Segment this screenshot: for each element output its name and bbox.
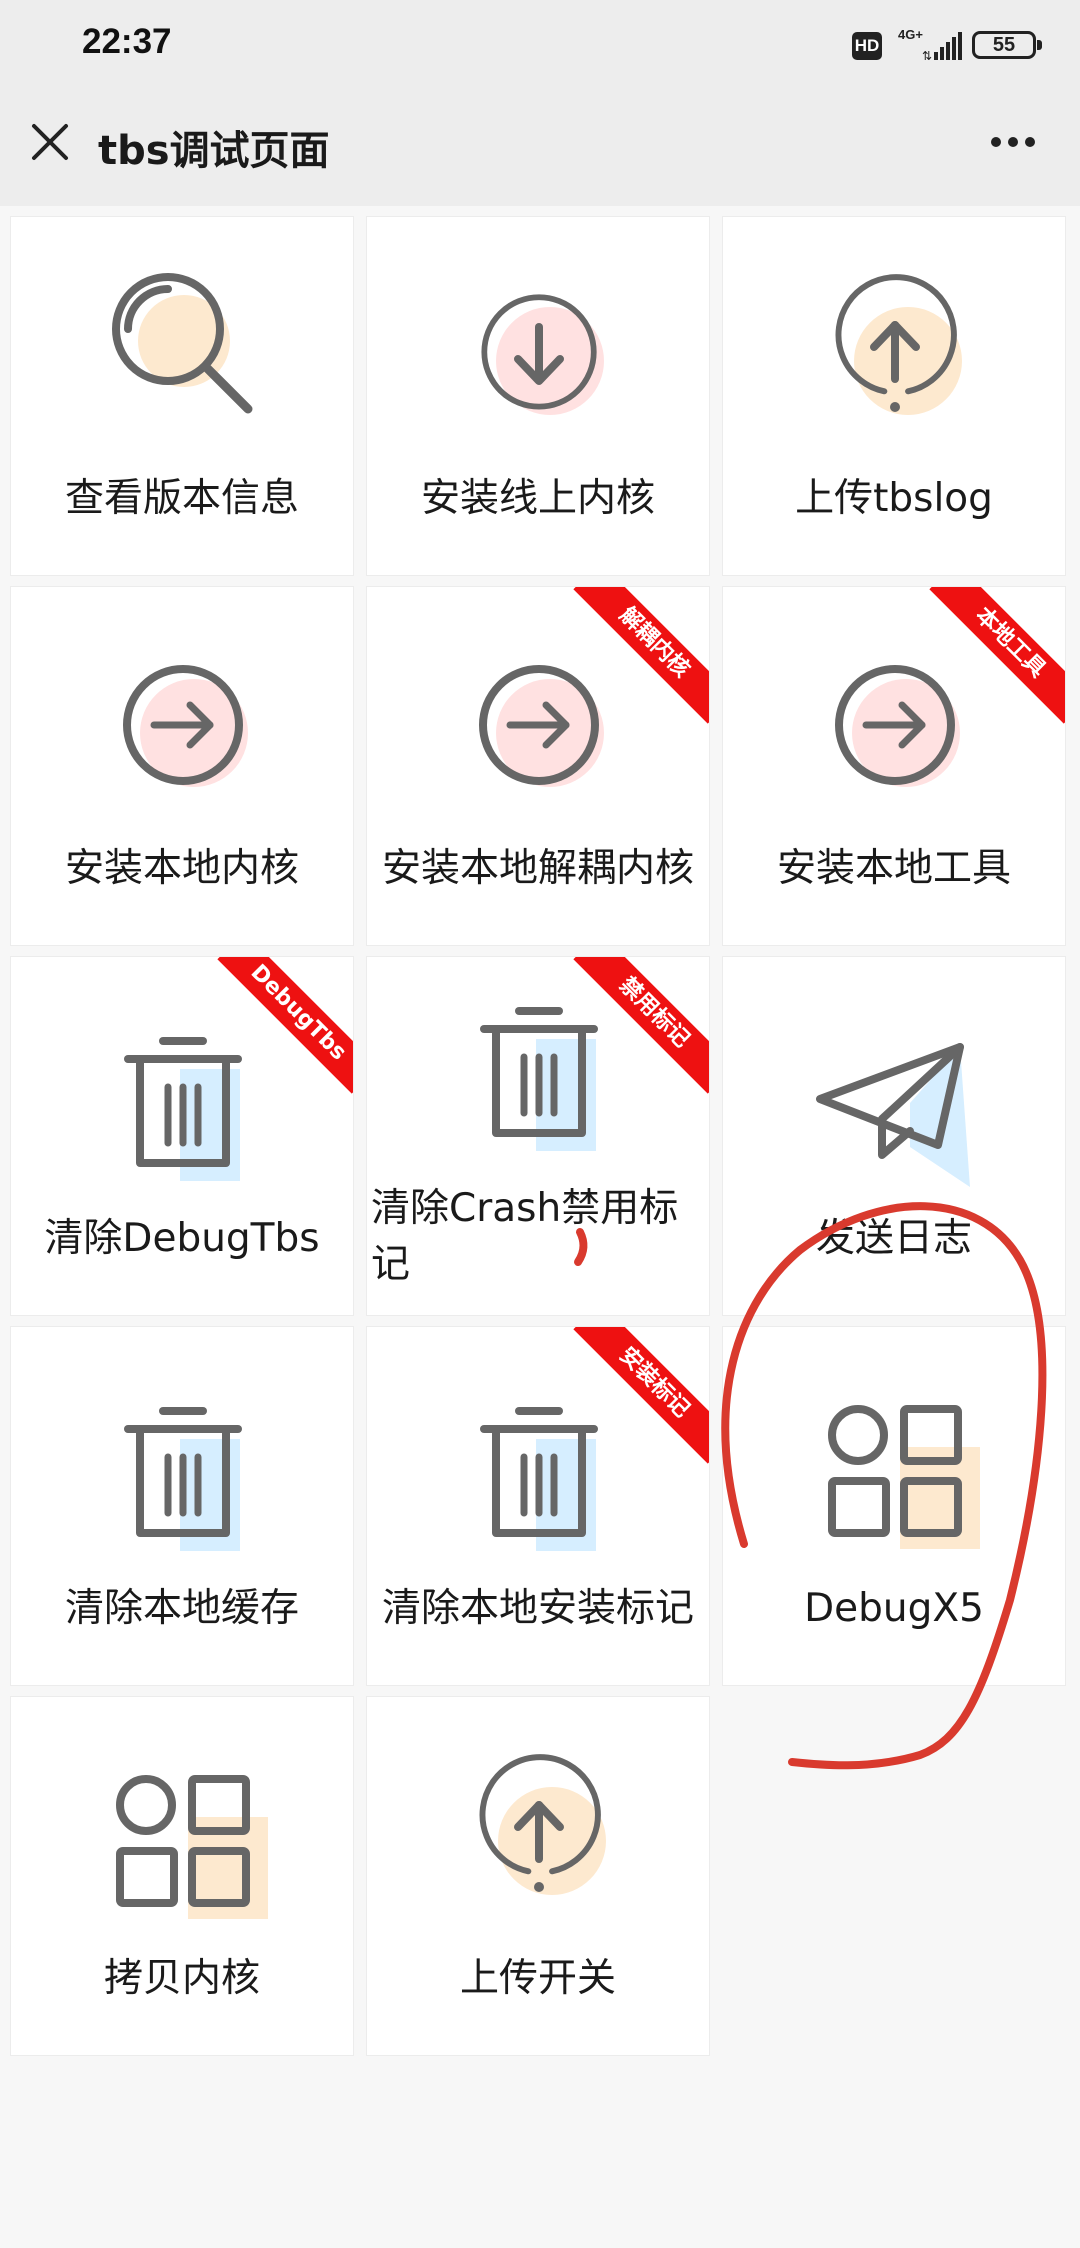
- tile-clear-debugtbs[interactable]: DebugTbs 清除DebugTbs: [10, 956, 354, 1316]
- trash-icon: [124, 1037, 242, 1181]
- tile-label: 清除Crash禁用标记: [371, 1186, 679, 1287]
- tile-label: 安装本地解耦内核: [381, 846, 694, 891]
- tile-install-local-decoupled-kernel[interactable]: 解耦内核 安装本地解耦内核: [366, 586, 710, 946]
- tile-clear-local-install-flag[interactable]: 安装标记 清除本地安装标记: [366, 1326, 710, 1686]
- upload-icon: [479, 1754, 606, 1895]
- nav-bar: tbs调试页面: [0, 92, 1080, 206]
- hd-badge: HD: [852, 32, 882, 60]
- paper-plane-icon: [816, 1043, 970, 1187]
- signal-icon: ⇅: [922, 32, 962, 62]
- status-bar: 22:37 HD 4G+ ⇅ 55: [0, 0, 1080, 92]
- tile-label: 拷贝内核: [103, 1956, 260, 2001]
- tile-view-version[interactable]: 查看版本信息: [10, 216, 354, 576]
- tile-label: 安装线上内核: [420, 476, 655, 521]
- close-icon: [32, 124, 68, 160]
- tile-send-logs[interactable]: 发送日志: [722, 956, 1066, 1316]
- tile-label: 查看版本信息: [64, 476, 299, 521]
- trash-icon: [480, 1407, 598, 1551]
- debug-tools-grid: 查看版本信息 安装线上内核 上传tbslog 安装本地内核 解耦内核 安装本地解…: [10, 216, 1070, 2056]
- download-icon: [481, 294, 604, 415]
- tile-label: 清除本地安装标记: [381, 1586, 694, 1631]
- tile-label: 上传tbslog: [795, 476, 993, 521]
- tile-copy-kernel[interactable]: 拷贝内核: [10, 1696, 354, 2056]
- tile-label: 发送日志: [815, 1216, 972, 1261]
- tile-label: 安装本地内核: [64, 846, 299, 891]
- apps-grid-icon: [828, 1405, 980, 1549]
- page-title: tbs调试页面: [98, 128, 330, 174]
- more-icon: [991, 137, 1035, 147]
- search-icon: [112, 273, 253, 414]
- status-time: 22:37: [82, 22, 172, 61]
- tile-install-local-tools[interactable]: 本地工具 安装本地工具: [722, 586, 1066, 946]
- arrow-right-icon: [835, 665, 960, 787]
- tile-label: DebugX5: [804, 1586, 984, 1631]
- apps-grid-icon: [116, 1775, 268, 1919]
- battery-icon: 55: [972, 31, 1042, 59]
- tile-clear-crash-flag[interactable]: 禁用标记 清除Crash禁用标记: [366, 956, 710, 1316]
- trash-icon: [124, 1407, 242, 1551]
- svg-text:⇅: ⇅: [922, 49, 932, 62]
- tile-clear-local-cache[interactable]: 清除本地缓存: [10, 1326, 354, 1686]
- tile-upload-switch[interactable]: 上传开关: [366, 1696, 710, 2056]
- upload-icon: [835, 274, 962, 415]
- tile-install-online-kernel[interactable]: 安装线上内核: [366, 216, 710, 576]
- close-button[interactable]: [20, 112, 80, 172]
- tile-label: 清除本地缓存: [64, 1586, 299, 1631]
- tile-debugx5[interactable]: DebugX5: [722, 1326, 1066, 1686]
- tile-install-local-kernel[interactable]: 安装本地内核: [10, 586, 354, 946]
- trash-icon: [480, 1007, 598, 1151]
- arrow-right-icon: [479, 665, 604, 787]
- arrow-right-icon: [123, 665, 248, 787]
- battery-level: 55: [992, 34, 1016, 56]
- more-button[interactable]: [978, 112, 1048, 172]
- tile-label: 安装本地工具: [776, 846, 1011, 891]
- tile-label: 上传开关: [459, 1956, 616, 2001]
- tile-upload-tbslog[interactable]: 上传tbslog: [722, 216, 1066, 576]
- tile-label: 清除DebugTbs: [44, 1216, 320, 1261]
